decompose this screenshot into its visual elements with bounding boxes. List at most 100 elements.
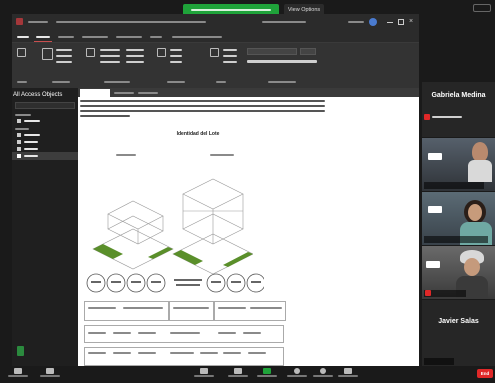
participants-icon — [200, 368, 208, 374]
person-body — [468, 160, 492, 182]
video-camera-icon — [46, 368, 54, 374]
tab-database-tools[interactable] — [116, 36, 142, 38]
table-cell-text — [88, 332, 106, 334]
selection-button[interactable] — [126, 49, 144, 51]
window-title — [56, 21, 206, 23]
go-to-button[interactable] — [223, 55, 237, 57]
records-group-label — [167, 81, 185, 83]
share-screen-button[interactable] — [257, 368, 277, 382]
table-cell-text — [243, 332, 261, 334]
nav-item-report[interactable] — [24, 155, 38, 157]
sort-filter-group-label — [104, 81, 130, 83]
tab-home[interactable] — [36, 36, 50, 38]
table-icon — [17, 119, 21, 123]
ribbon-home — [12, 43, 419, 88]
table-cell-text — [138, 332, 156, 334]
replace-button[interactable] — [223, 49, 237, 51]
participant-video[interactable] — [422, 192, 495, 245]
font-name-dropdown[interactable] — [247, 48, 297, 55]
table-cell-text — [88, 352, 106, 354]
share-screen-label — [257, 375, 277, 377]
participant-tile[interactable]: Gabriela Medina — [422, 82, 495, 137]
account-avatar-icon[interactable] — [369, 18, 377, 26]
participant-video[interactable] — [422, 138, 495, 191]
nav-group-tables[interactable] — [15, 114, 31, 116]
nav-group-reports[interactable] — [15, 128, 29, 130]
view-icon[interactable] — [17, 48, 26, 57]
nav-item-report[interactable] — [24, 141, 38, 143]
table-cell — [169, 301, 214, 321]
report-icon — [17, 133, 21, 137]
clipboard-group-label — [52, 81, 70, 83]
nav-search-input[interactable] — [15, 102, 75, 109]
tab-external-data[interactable] — [82, 36, 108, 38]
reactions-label — [313, 375, 333, 377]
participant-video[interactable] — [422, 246, 495, 299]
nav-item-report[interactable] — [24, 134, 40, 136]
copy-button[interactable] — [56, 55, 72, 57]
cut-button[interactable] — [56, 49, 72, 51]
participants-button[interactable] — [194, 368, 214, 382]
end-meeting-button[interactable]: End — [477, 369, 493, 378]
metric-value — [211, 281, 221, 283]
document-tab-active[interactable] — [80, 89, 110, 97]
apps-button[interactable] — [338, 368, 358, 382]
tab-help[interactable] — [150, 36, 162, 38]
table-cell-text — [123, 307, 163, 309]
chat-button[interactable] — [228, 368, 248, 382]
refresh-all-icon[interactable] — [157, 48, 166, 57]
font-size-dropdown[interactable] — [300, 48, 316, 55]
format-painter-button[interactable] — [56, 61, 72, 63]
person-face — [472, 142, 488, 162]
nav-item-selected[interactable] — [12, 152, 78, 160]
maximize-icon[interactable] — [398, 19, 404, 25]
nav-item-table[interactable] — [24, 120, 40, 122]
unmute-button[interactable] — [8, 368, 28, 382]
document-tab[interactable] — [138, 92, 158, 94]
save-record-button[interactable] — [170, 55, 182, 57]
paste-icon[interactable] — [42, 48, 53, 60]
mic-muted-icon — [424, 114, 430, 120]
section-title: Identidad del Lote — [176, 131, 220, 137]
new-record-button[interactable] — [170, 49, 182, 51]
body-text-line — [80, 105, 325, 107]
tab-create[interactable] — [58, 36, 74, 38]
app-title-bar: × — [12, 14, 419, 30]
text-formatting-buttons[interactable] — [247, 60, 317, 63]
nav-pane-title[interactable]: All Access Objects — [13, 91, 77, 99]
reactions-button[interactable] — [313, 368, 333, 382]
gallery-view-icon[interactable] — [473, 4, 491, 12]
signed-in-user — [348, 21, 364, 23]
delete-record-button[interactable] — [170, 61, 182, 63]
minimize-icon[interactable] — [387, 22, 393, 23]
descending-button[interactable] — [100, 55, 120, 57]
screen-share-banner-text — [191, 9, 271, 11]
tell-me-search[interactable] — [172, 36, 222, 38]
ascending-button[interactable] — [100, 49, 120, 51]
remove-sort-button[interactable] — [100, 61, 120, 63]
advanced-button[interactable] — [126, 55, 144, 57]
document-tab[interactable] — [114, 92, 134, 94]
start-video-button[interactable] — [40, 368, 60, 382]
table-row — [84, 347, 284, 366]
pen-annotation-icon[interactable] — [17, 346, 24, 356]
table-cell-text — [170, 332, 200, 334]
toggle-filter-button[interactable] — [126, 61, 144, 63]
table-cell-text — [218, 332, 236, 334]
record-button[interactable] — [287, 368, 307, 382]
filter-icon[interactable] — [86, 48, 95, 57]
select-button[interactable] — [223, 61, 237, 63]
table-cell-text — [248, 352, 266, 354]
table-cell-text — [200, 352, 218, 354]
metric-value — [231, 281, 241, 283]
find-icon[interactable] — [210, 48, 219, 57]
lot-diagram-left — [92, 200, 174, 270]
close-window-icon[interactable]: × — [409, 18, 416, 25]
quick-access-toolbar[interactable] — [28, 21, 48, 23]
nav-item-report[interactable] — [24, 148, 38, 150]
participant-tile[interactable]: Javier Salas — [422, 300, 495, 367]
tab-file[interactable] — [17, 36, 29, 38]
table-row — [84, 301, 169, 321]
metric-value — [131, 281, 141, 283]
views-group-label — [17, 81, 27, 83]
